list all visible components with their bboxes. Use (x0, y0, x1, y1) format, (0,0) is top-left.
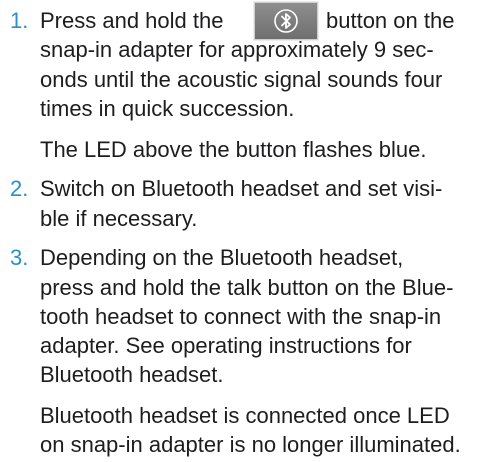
step-2-text-line: ble if necessary. (40, 206, 198, 231)
step-3-result: Bluetooth headset is connected once LED (40, 403, 450, 428)
instruction-steps: 1. Press and hold the button on the snap… (0, 0, 488, 462)
step-1-text-line: onds until the acoustic signal sounds fo… (40, 67, 443, 92)
step-1-number: 1. (10, 8, 29, 33)
step-3-number: 3. (10, 245, 29, 270)
step-1-result: The LED above the button flashes blue. (40, 137, 427, 162)
step-1-text-line: snap-in adapter for approximately 9 sec- (40, 37, 434, 62)
step-3-text-line: press and hold the talk button on the Bl… (40, 275, 454, 300)
step-3-text-line: Depending on the Bluetooth headset, (40, 245, 404, 270)
step-3-text-line: adapter. See operating instructions for (40, 333, 412, 358)
step-3-text-line: Bluetooth headset. (40, 362, 224, 387)
step-2-text-line: Switch on Bluetooth headset and set visi… (40, 176, 443, 201)
step-1-text-line: Press and hold the (40, 8, 224, 33)
step-1-text-line: button on the (326, 8, 455, 33)
step-3-result: on snap-in adapter is no longer illumina… (40, 432, 461, 457)
bluetooth-icon (274, 9, 298, 33)
step-2-number: 2. (10, 176, 29, 201)
step-1-text-line: times in quick succession. (40, 96, 295, 121)
step-3-text-line: tooth headset to connect with the snap-i… (40, 304, 442, 329)
